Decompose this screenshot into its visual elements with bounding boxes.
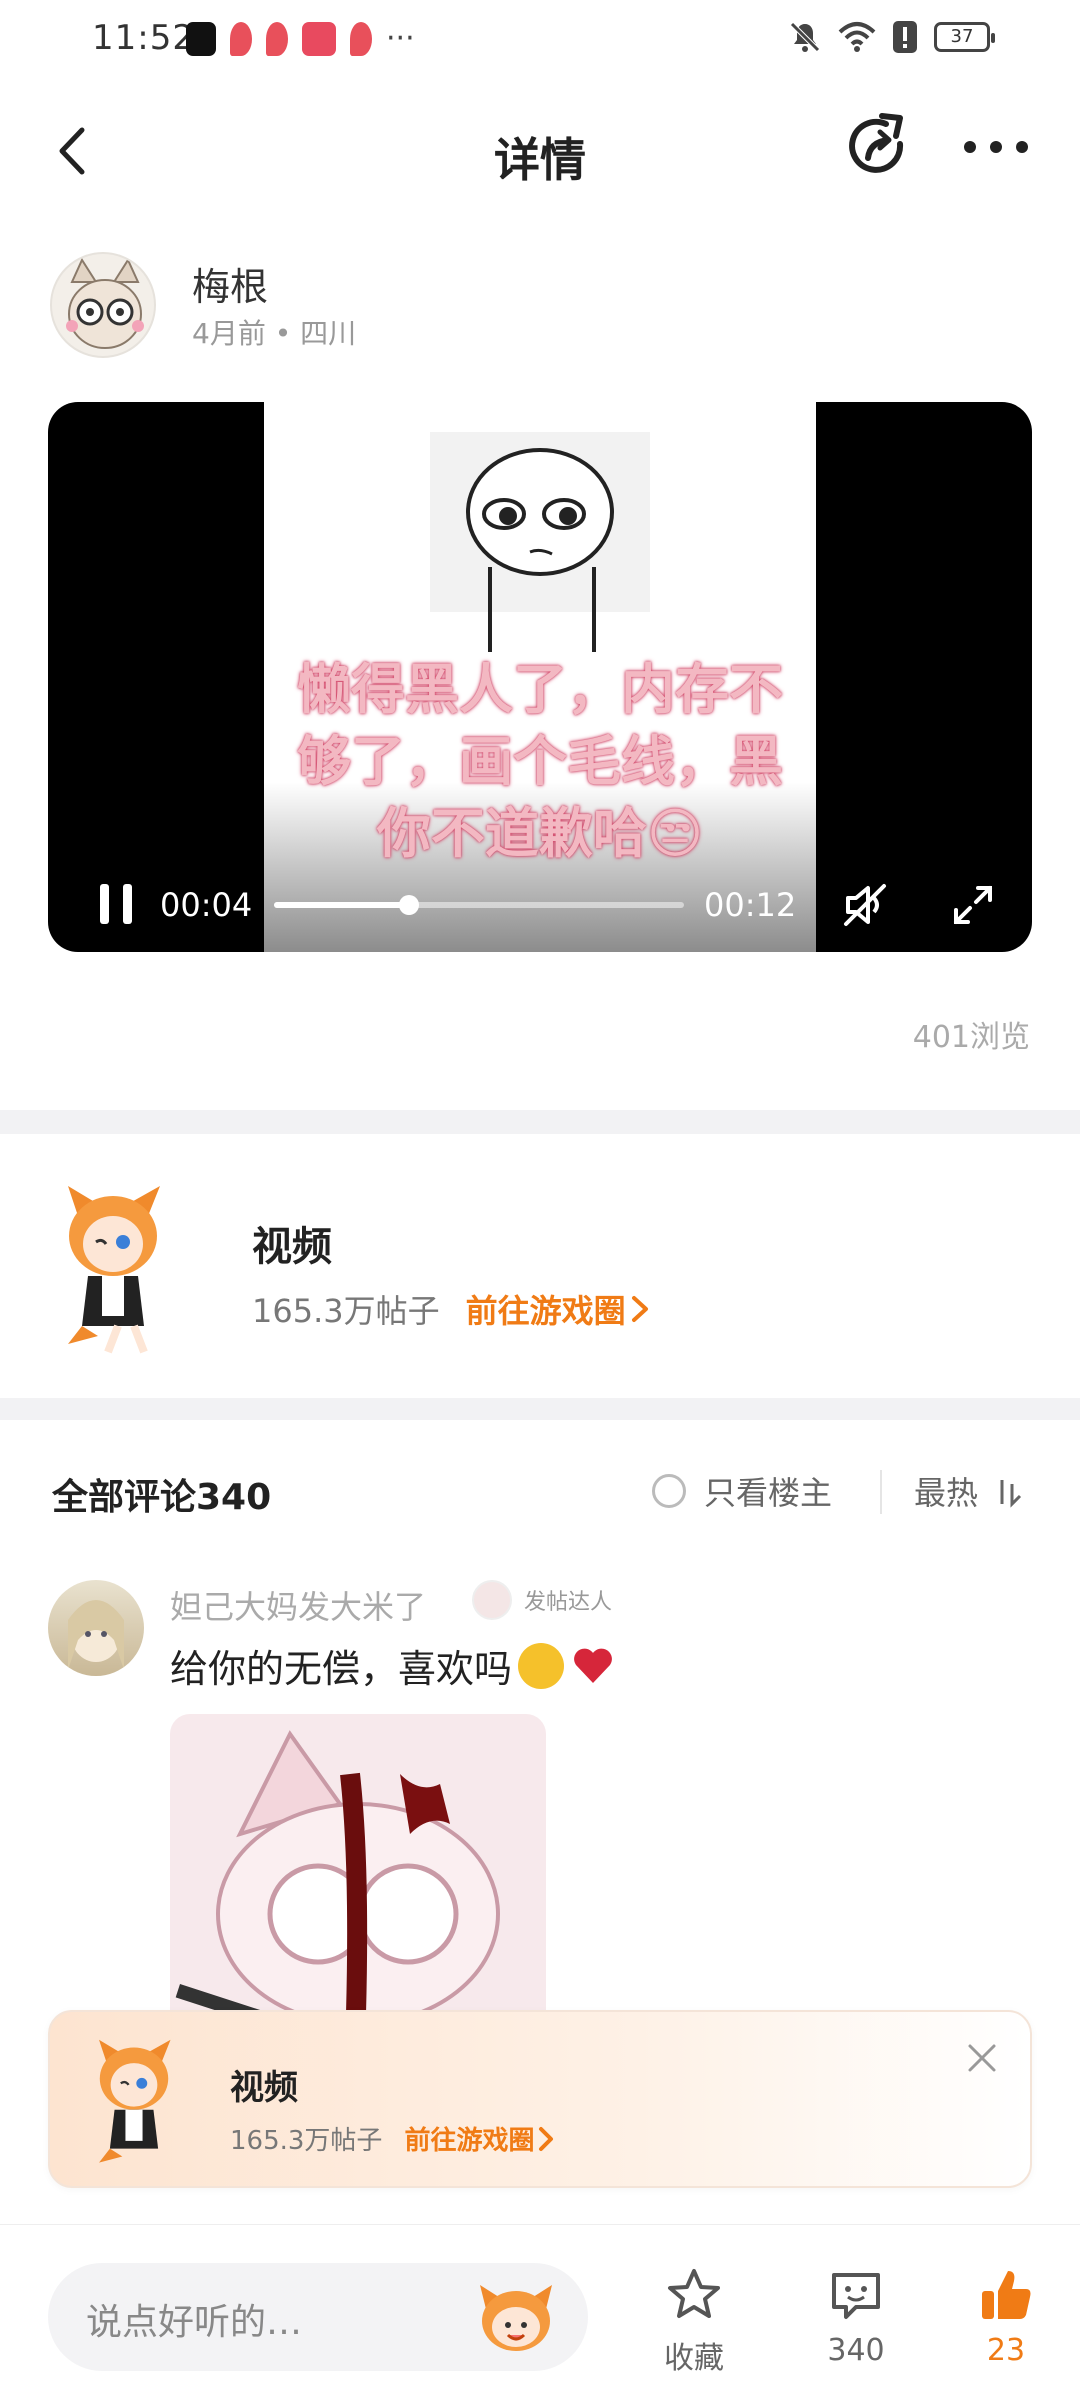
app-notification-icon	[302, 22, 336, 56]
alert-icon	[893, 21, 917, 53]
only-op-radio[interactable]	[652, 1474, 686, 1508]
mute-bell-icon	[790, 22, 820, 52]
circle-meta: 165.3万帖子 前往游戏圈	[252, 1286, 654, 1332]
like-button[interactable]: 23	[956, 2265, 1056, 2385]
system-status-icons: 37	[788, 20, 995, 54]
app-notification-icon	[350, 22, 372, 56]
commenter-name[interactable]: 妲己大妈发大米了	[170, 1582, 426, 1628]
total-time: 00:12	[704, 886, 797, 924]
comments-title: 全部评论340	[52, 1477, 272, 1518]
circle-promo-banner[interactable]: 视频 165.3万帖子 前往游戏圈	[48, 2010, 1032, 2188]
more-options-button[interactable]	[956, 122, 1036, 172]
favorite-button[interactable]: 收藏	[644, 2265, 744, 2385]
comment-bubble-icon	[832, 2273, 880, 2319]
fullscreen-icon[interactable]	[948, 880, 998, 930]
status-bar: 11:52 ··· 37	[0, 0, 1080, 80]
comment-input-placeholder: 说点好听的…	[86, 2302, 303, 2343]
author-avatar[interactable]	[50, 252, 156, 358]
comment-input[interactable]: 说点好听的…	[48, 2263, 588, 2371]
commenter-avatar[interactable]	[48, 1580, 144, 1676]
section-divider	[0, 1110, 1080, 1134]
sort-label: 最热	[914, 1474, 979, 1512]
current-time: 00:04	[160, 886, 253, 924]
comments-header: 全部评论340 只看楼主 最热	[0, 1420, 1080, 1560]
close-icon[interactable]	[962, 2038, 1002, 2078]
app-notification-icon	[266, 22, 288, 56]
badge-label: 发帖达人	[524, 1590, 613, 1615]
section-divider	[0, 1398, 1080, 1422]
goto-circle-link[interactable]: 前往游戏圈	[466, 1286, 654, 1332]
author-name[interactable]: 梅根	[192, 256, 268, 311]
badge-avatar-icon	[472, 1580, 512, 1620]
bottom-action-bar: 说点好听的… 收藏 340 23	[0, 2224, 1080, 2400]
chevron-right-icon	[631, 1296, 648, 1322]
video-caption: 懒得黑人了，内存不够了，画个毛线，黑你不道歉哈😒	[297, 658, 783, 865]
comment-text: 给你的无偿，喜欢吗	[170, 1647, 513, 1691]
nav-bar: 详情	[0, 80, 1080, 220]
more-notifications-icon: ···	[386, 21, 415, 56]
favorite-label: 收藏	[664, 2341, 724, 2376]
status-time: 11:52	[92, 18, 195, 58]
goto-circle-label: 前往游戏圈	[465, 1292, 626, 1330]
like-count: 23	[986, 2333, 1026, 2368]
video-player[interactable]: 懒得黑人了，内存不够了，画个毛线，黑你不道歉哈😒 00:04 00:12	[48, 402, 1032, 952]
comment-image[interactable]	[170, 1714, 546, 2034]
app-notification-icon	[230, 22, 252, 56]
banner-meta: 165.3万帖子 前往游戏圈	[230, 2120, 558, 2157]
only-op-label: 只看楼主	[704, 1474, 833, 1512]
circle-mascot-image	[68, 1186, 160, 1354]
chevron-right-icon	[539, 2126, 554, 2151]
share-button[interactable]	[840, 110, 916, 186]
sort-icon	[1000, 1480, 1022, 1508]
view-count: 401浏览	[912, 1020, 1030, 1055]
banner-mascot-image	[99, 2039, 171, 2163]
banner-goto-label: 前往游戏圈	[404, 2126, 535, 2156]
thumbs-up-icon	[982, 2271, 1031, 2319]
star-icon	[668, 2269, 720, 2318]
page-title: 详情	[494, 133, 586, 187]
comment-count: 340	[827, 2333, 885, 2368]
post-detail-page: 11:52 ··· 37 详情 梅根 4月前 • 四川 懒得黑人了，内存不够了，…	[0, 0, 1080, 2400]
circle-name: 视频	[252, 1224, 332, 1270]
commenter-badge: 发帖达人	[472, 1580, 612, 1620]
banner-post-count: 165.3万帖子	[230, 2126, 383, 2156]
mascot-emoji-icon[interactable]	[474, 2279, 558, 2355]
yum-emoji-icon	[518, 1642, 565, 1689]
game-circle-card[interactable]: 视频 165.3万帖子 前往游戏圈	[0, 1136, 1080, 1398]
author-info[interactable]: 梅根 4月前 • 四川	[50, 252, 1030, 362]
notification-icons: ···	[186, 22, 415, 56]
progress-fill	[274, 902, 410, 908]
wifi-icon	[838, 22, 876, 52]
mute-toggle-icon[interactable]	[840, 880, 890, 930]
battery-indicator: 37	[934, 22, 995, 52]
circle-post-count: 165.3万帖子	[252, 1292, 440, 1330]
pause-button[interactable]	[96, 880, 136, 928]
comment-text-row: 给你的无偿，喜欢吗	[170, 1638, 616, 1693]
banner-circle-name: 视频	[230, 2068, 298, 2108]
progress-bar[interactable]	[274, 895, 684, 915]
header-divider	[880, 1470, 882, 1514]
heart-emoji-icon	[574, 1648, 612, 1683]
sort-toggle[interactable]: 最热	[914, 1468, 1024, 1514]
comment-button[interactable]: 340	[806, 2265, 906, 2385]
post-meta: 4月前 • 四川	[192, 317, 357, 350]
only-op-toggle[interactable]: 只看楼主	[652, 1468, 832, 1514]
app-notification-icon	[186, 22, 216, 56]
comment-item[interactable]: 妲己大妈发大米了 发帖达人 给你的无偿，喜欢吗	[0, 1560, 1080, 2034]
banner-goto-link[interactable]: 前往游戏圈	[404, 2120, 558, 2157]
